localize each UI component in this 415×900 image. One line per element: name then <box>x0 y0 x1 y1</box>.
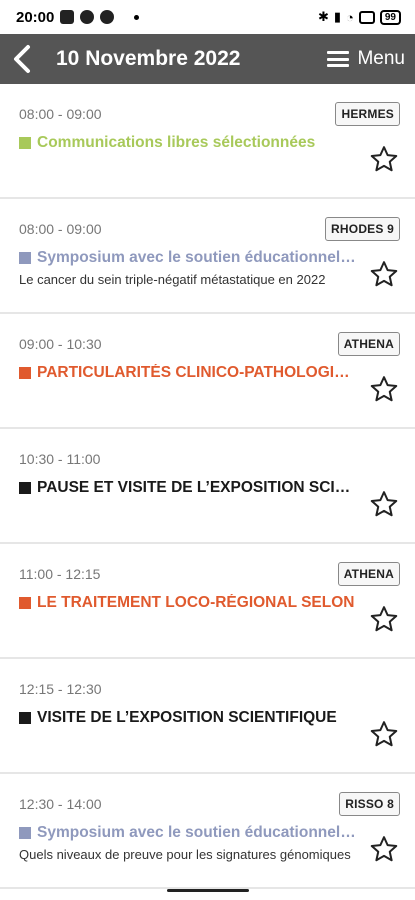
track-color-square-icon <box>19 597 31 609</box>
track-color-square-icon <box>19 827 31 839</box>
battery-icon: 99 <box>379 9 401 25</box>
favorite-star-icon[interactable] <box>369 604 399 634</box>
bluetooth-icon: ✱ <box>317 9 329 24</box>
app-bar: 10 Novembre 2022 Menu <box>0 34 415 84</box>
back-button[interactable] <box>2 34 42 84</box>
session-row[interactable]: 12:15 - 12:30 VISITE DE L’EXPOSITION SCIE… <box>0 659 415 774</box>
session-row[interactable]: 10:30 - 11:00 PAUSE ET VISITE DE L’EXPOSI… <box>0 429 415 544</box>
session-title-row: Symposium avec le soutien éducationnel d… <box>19 249 359 267</box>
session-row[interactable]: 08:00 - 09:00 HERMES Communications libres… <box>0 84 415 199</box>
session-row[interactable]: 08:00 - 09:00 RHODES 9 Symposium avec le s… <box>0 199 415 314</box>
session-time: 10:30 - 11:00 <box>19 451 101 467</box>
session-row[interactable]: 11:00 - 12:15 ATHENA LE TRAITEMENT LOCO-RÉ… <box>0 544 415 659</box>
session-title: PAUSE ET VISITE DE L’EXPOSITION SCIENTIF… <box>37 479 359 496</box>
status-right: ✱ ▮ ◔ 99 <box>318 9 401 25</box>
status-time: 20:00 <box>16 8 55 26</box>
session-title-row: PARTICULARITÉS CLINICO-PATHOLOGIQUES <box>19 364 359 382</box>
session-time: 12:15 - 12:30 <box>19 681 102 697</box>
session-title-row: Symposium avec le soutien éducationnel d… <box>19 824 359 842</box>
session-title: PARTICULARITÉS CLINICO-PATHOLOGIQUES <box>37 364 359 381</box>
session-time: 12:30 - 14:00 <box>19 796 102 812</box>
session-title-row: PAUSE ET VISITE DE L’EXPOSITION SCIENTIF… <box>19 479 359 497</box>
session-row[interactable]: 12:30 - 14:00 RISSO 8 Symposium avec le so… <box>0 774 415 889</box>
hamburger-icon <box>327 51 350 67</box>
favorite-star-icon[interactable] <box>369 719 399 749</box>
menu-button[interactable]: Menu <box>327 48 405 70</box>
session-row[interactable]: 09:00 - 10:30 ATHENA PARTICULARITÉS CLINIC… <box>0 314 415 429</box>
menu-label: Menu <box>357 48 405 69</box>
room-badge: ATHENA <box>337 562 400 586</box>
favorite-star-icon[interactable] <box>369 489 399 519</box>
session-time: 09:00 - 10:30 <box>19 336 102 352</box>
session-title-row: Communications libres sélectionnées <box>19 134 359 152</box>
favorite-star-icon[interactable] <box>369 259 399 289</box>
favorite-star-icon[interactable] <box>369 834 399 864</box>
notification-icon <box>60 10 75 24</box>
session-subtitle: Le cancer du sein triple-négatif métasta… <box>19 272 326 287</box>
session-title-row: VISITE DE L’EXPOSITION SCIENTIFIQUE <box>19 709 359 727</box>
sim-icon <box>358 10 375 24</box>
settings-gear-icon <box>100 10 115 24</box>
track-color-square-icon <box>19 712 31 724</box>
session-title: Communications libres sélectionnées <box>37 134 316 151</box>
more-notifications-dot-icon <box>134 14 140 20</box>
session-title: LE TRAITEMENT LOCO-RÉGIONAL SELON <box>37 594 355 611</box>
session-list: 08:00 - 09:00 HERMES Communications libres… <box>0 84 415 889</box>
session-time: 08:00 - 09:00 <box>19 221 102 237</box>
app-notification-icon <box>80 10 95 24</box>
favorite-star-icon[interactable] <box>369 374 399 404</box>
session-title: VISITE DE L’EXPOSITION SCIENTIFIQUE <box>37 709 337 726</box>
wifi-icon: ◔ <box>346 9 354 25</box>
vibrate-icon: ▮ <box>333 9 342 24</box>
room-badge: RHODES 9 <box>325 217 400 241</box>
track-color-square-icon <box>19 367 31 379</box>
track-color-square-icon <box>19 252 31 264</box>
room-badge: ATHENA <box>337 332 400 356</box>
session-subtitle: Quels niveaux de preuve pour les signatu… <box>19 847 351 862</box>
room-badge: RISSO 8 <box>339 792 400 816</box>
session-title-row: LE TRAITEMENT LOCO-RÉGIONAL SELON <box>19 594 359 612</box>
favorite-star-icon[interactable] <box>369 144 399 174</box>
home-indicator[interactable] <box>167 889 249 892</box>
status-left: 20:00 <box>16 8 140 26</box>
track-color-square-icon <box>19 137 31 149</box>
status-bar: 20:00 ✱ ▮ ◔ 99 <box>0 0 415 34</box>
session-time: 11:00 - 12:15 <box>19 566 101 582</box>
chevron-left-icon <box>14 45 30 73</box>
session-time: 08:00 - 09:00 <box>19 106 102 122</box>
track-color-square-icon <box>19 482 31 494</box>
room-badge: HERMES <box>335 102 400 126</box>
session-title: Symposium avec le soutien éducationnel d… <box>37 824 359 841</box>
session-title: Symposium avec le soutien éducationnel d… <box>37 249 359 266</box>
page-title: 10 Novembre 2022 <box>56 47 241 70</box>
